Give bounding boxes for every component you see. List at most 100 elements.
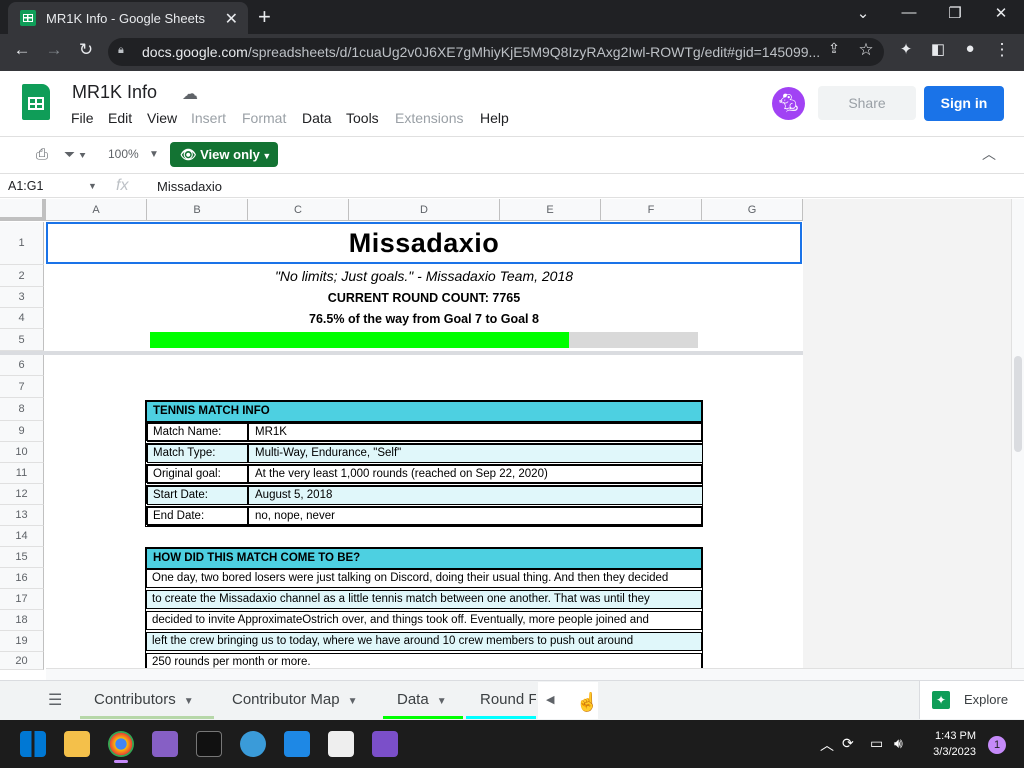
- minimize-icon[interactable]: —: [894, 4, 924, 21]
- snipping-tool-icon[interactable]: [328, 731, 354, 757]
- row-header[interactable]: 20: [0, 652, 44, 670]
- origin-story-header[interactable]: HOW DID THIS MATCH COME TO BE?: [146, 548, 702, 570]
- tab-search-icon[interactable]: ⌄: [848, 4, 878, 22]
- column-header-e[interactable]: E: [500, 199, 601, 221]
- extensions-icon[interactable]: ✦: [894, 40, 918, 58]
- table-row[interactable]: Original goal: At the very least 1,000 r…: [146, 464, 703, 484]
- close-window-icon[interactable]: ✕: [986, 4, 1016, 22]
- table-row[interactable]: Match Name: MR1K: [146, 422, 703, 442]
- tray-overflow-icon[interactable]: ︿: [820, 735, 834, 755]
- name-box-dropdown-icon[interactable]: ▼: [88, 181, 97, 191]
- match-info-header[interactable]: TENNIS MATCH INFO: [145, 400, 703, 423]
- row-header[interactable]: 12: [0, 484, 44, 505]
- row-header[interactable]: 14: [0, 526, 44, 547]
- close-tab-icon[interactable]: ✕: [225, 9, 238, 29]
- row-header[interactable]: 6: [0, 355, 44, 376]
- share-page-icon[interactable]: ⇪: [822, 40, 846, 57]
- anonymous-user-avatar[interactable]: 🐁︎: [772, 87, 805, 120]
- column-header-d[interactable]: D: [349, 199, 500, 221]
- column-header-c[interactable]: C: [248, 199, 349, 221]
- visual-studio-icon[interactable]: [152, 731, 178, 757]
- formula-value[interactable]: Missadaxio: [157, 179, 222, 194]
- print-icon[interactable]: ⎙: [36, 146, 48, 163]
- sign-in-button[interactable]: Sign in: [924, 86, 1004, 121]
- display-icon[interactable]: ▭: [870, 735, 883, 752]
- origin-story-line[interactable]: One day, two bored losers were just talk…: [146, 569, 702, 588]
- row-header[interactable]: 8: [0, 398, 44, 421]
- filter-icon[interactable]: ⏷ ▾: [64, 146, 86, 163]
- video-editor-icon[interactable]: [372, 731, 398, 757]
- sheet-tab-contributor-map[interactable]: Contributor Map ▼: [218, 682, 380, 719]
- file-explorer-icon[interactable]: [64, 731, 90, 757]
- origin-story-line[interactable]: decided to invite ApproximateOstrich ove…: [146, 611, 702, 630]
- row-header[interactable]: 18: [0, 610, 44, 631]
- chrome-menu-icon[interactable]: ⋮: [990, 40, 1014, 60]
- menu-data[interactable]: Data: [302, 110, 332, 126]
- zoom-dropdown-icon[interactable]: ▼: [149, 149, 159, 160]
- profile-icon[interactable]: ●: [958, 40, 982, 57]
- column-header-f[interactable]: F: [601, 199, 702, 221]
- sheet-tab-data[interactable]: Data ▼: [383, 682, 463, 719]
- all-sheets-menu-icon[interactable]: ☰: [48, 690, 62, 710]
- side-panel-icon[interactable]: ◧: [926, 40, 950, 58]
- freeze-divider[interactable]: [0, 351, 803, 355]
- photos-icon[interactable]: [284, 731, 310, 757]
- bookmark-star-icon[interactable]: ☆: [854, 40, 878, 60]
- windows-start-icon[interactable]: [20, 731, 46, 757]
- row-header[interactable]: 11: [0, 463, 44, 484]
- menu-file[interactable]: File: [71, 110, 94, 126]
- row-header[interactable]: 7: [0, 376, 44, 398]
- row-header[interactable]: 5: [0, 329, 44, 351]
- select-all-corner[interactable]: [0, 199, 46, 221]
- cloud-status-icon[interactable]: ☁: [182, 84, 198, 104]
- new-tab-icon[interactable]: +: [258, 4, 271, 30]
- forward-icon[interactable]: →: [42, 40, 66, 60]
- sheet-title-cell[interactable]: Missadaxio: [46, 222, 802, 264]
- menu-view[interactable]: View: [147, 110, 177, 126]
- zoom-select[interactable]: 100%: [108, 147, 139, 161]
- column-header-b[interactable]: B: [147, 199, 248, 221]
- horizontal-scrollbar[interactable]: [46, 668, 1024, 680]
- row-header[interactable]: 2: [0, 265, 44, 287]
- collapse-toolbar-icon[interactable]: ︿: [982, 144, 996, 164]
- progress-text-cell[interactable]: 76.5% of the way from Goal 7 to Goal 8: [46, 312, 802, 326]
- name-box[interactable]: A1:G1: [8, 179, 43, 193]
- restore-icon[interactable]: ❐: [940, 4, 970, 22]
- table-row[interactable]: Start Date: August 5, 2018: [146, 485, 703, 505]
- sheet-tab-round[interactable]: Round F: [466, 682, 536, 719]
- row-header[interactable]: 3: [0, 287, 44, 308]
- row-header[interactable]: 4: [0, 308, 44, 329]
- vertical-scrollbar-thumb[interactable]: [1014, 356, 1022, 452]
- chrome-taskbar-icon[interactable]: [108, 731, 134, 757]
- browser-tab[interactable]: MR1K Info - Google Sheets ✕: [8, 2, 248, 34]
- menu-format[interactable]: Format: [242, 110, 286, 126]
- round-count-cell[interactable]: CURRENT ROUND COUNT: 7765: [46, 291, 802, 305]
- sheet-tab-contributors[interactable]: Contributors ▼: [80, 682, 214, 719]
- sheets-logo-icon[interactable]: [22, 84, 50, 120]
- row-header[interactable]: 9: [0, 421, 44, 442]
- column-header-a[interactable]: A: [46, 199, 147, 221]
- reload-icon[interactable]: ↻: [74, 40, 98, 60]
- document-title[interactable]: MR1K Info: [72, 82, 157, 103]
- menu-insert[interactable]: Insert: [191, 110, 226, 126]
- row-header[interactable]: 19: [0, 631, 44, 652]
- row-header[interactable]: 10: [0, 442, 44, 463]
- quote-cell[interactable]: "No limits; Just goals." - Missadaxio Te…: [46, 268, 802, 284]
- menu-tools[interactable]: Tools: [346, 110, 379, 126]
- share-button[interactable]: Share: [818, 86, 916, 120]
- menu-extensions[interactable]: Extensions: [395, 110, 463, 126]
- origin-story-line[interactable]: to create the Missadaxio channel as a li…: [146, 590, 702, 609]
- view-only-button[interactable]: 👁︎ View only ▼: [170, 142, 278, 167]
- row-header[interactable]: 16: [0, 568, 44, 589]
- lock-icon[interactable]: 🔒︎: [118, 44, 128, 56]
- notification-badge[interactable]: 1: [988, 736, 1006, 754]
- origin-story-line[interactable]: left the crew bringing us to today, wher…: [146, 632, 702, 651]
- column-header-g[interactable]: G: [702, 199, 803, 221]
- back-icon[interactable]: ←: [10, 40, 34, 60]
- row-header[interactable]: 13: [0, 505, 44, 526]
- terminal-icon[interactable]: [196, 731, 222, 757]
- row-header[interactable]: 17: [0, 589, 44, 610]
- taskbar-clock[interactable]: 1:43 PM 3/3/2023: [920, 728, 976, 760]
- globe-app-icon[interactable]: [240, 731, 266, 757]
- volume-icon[interactable]: 🔊︎: [894, 735, 903, 752]
